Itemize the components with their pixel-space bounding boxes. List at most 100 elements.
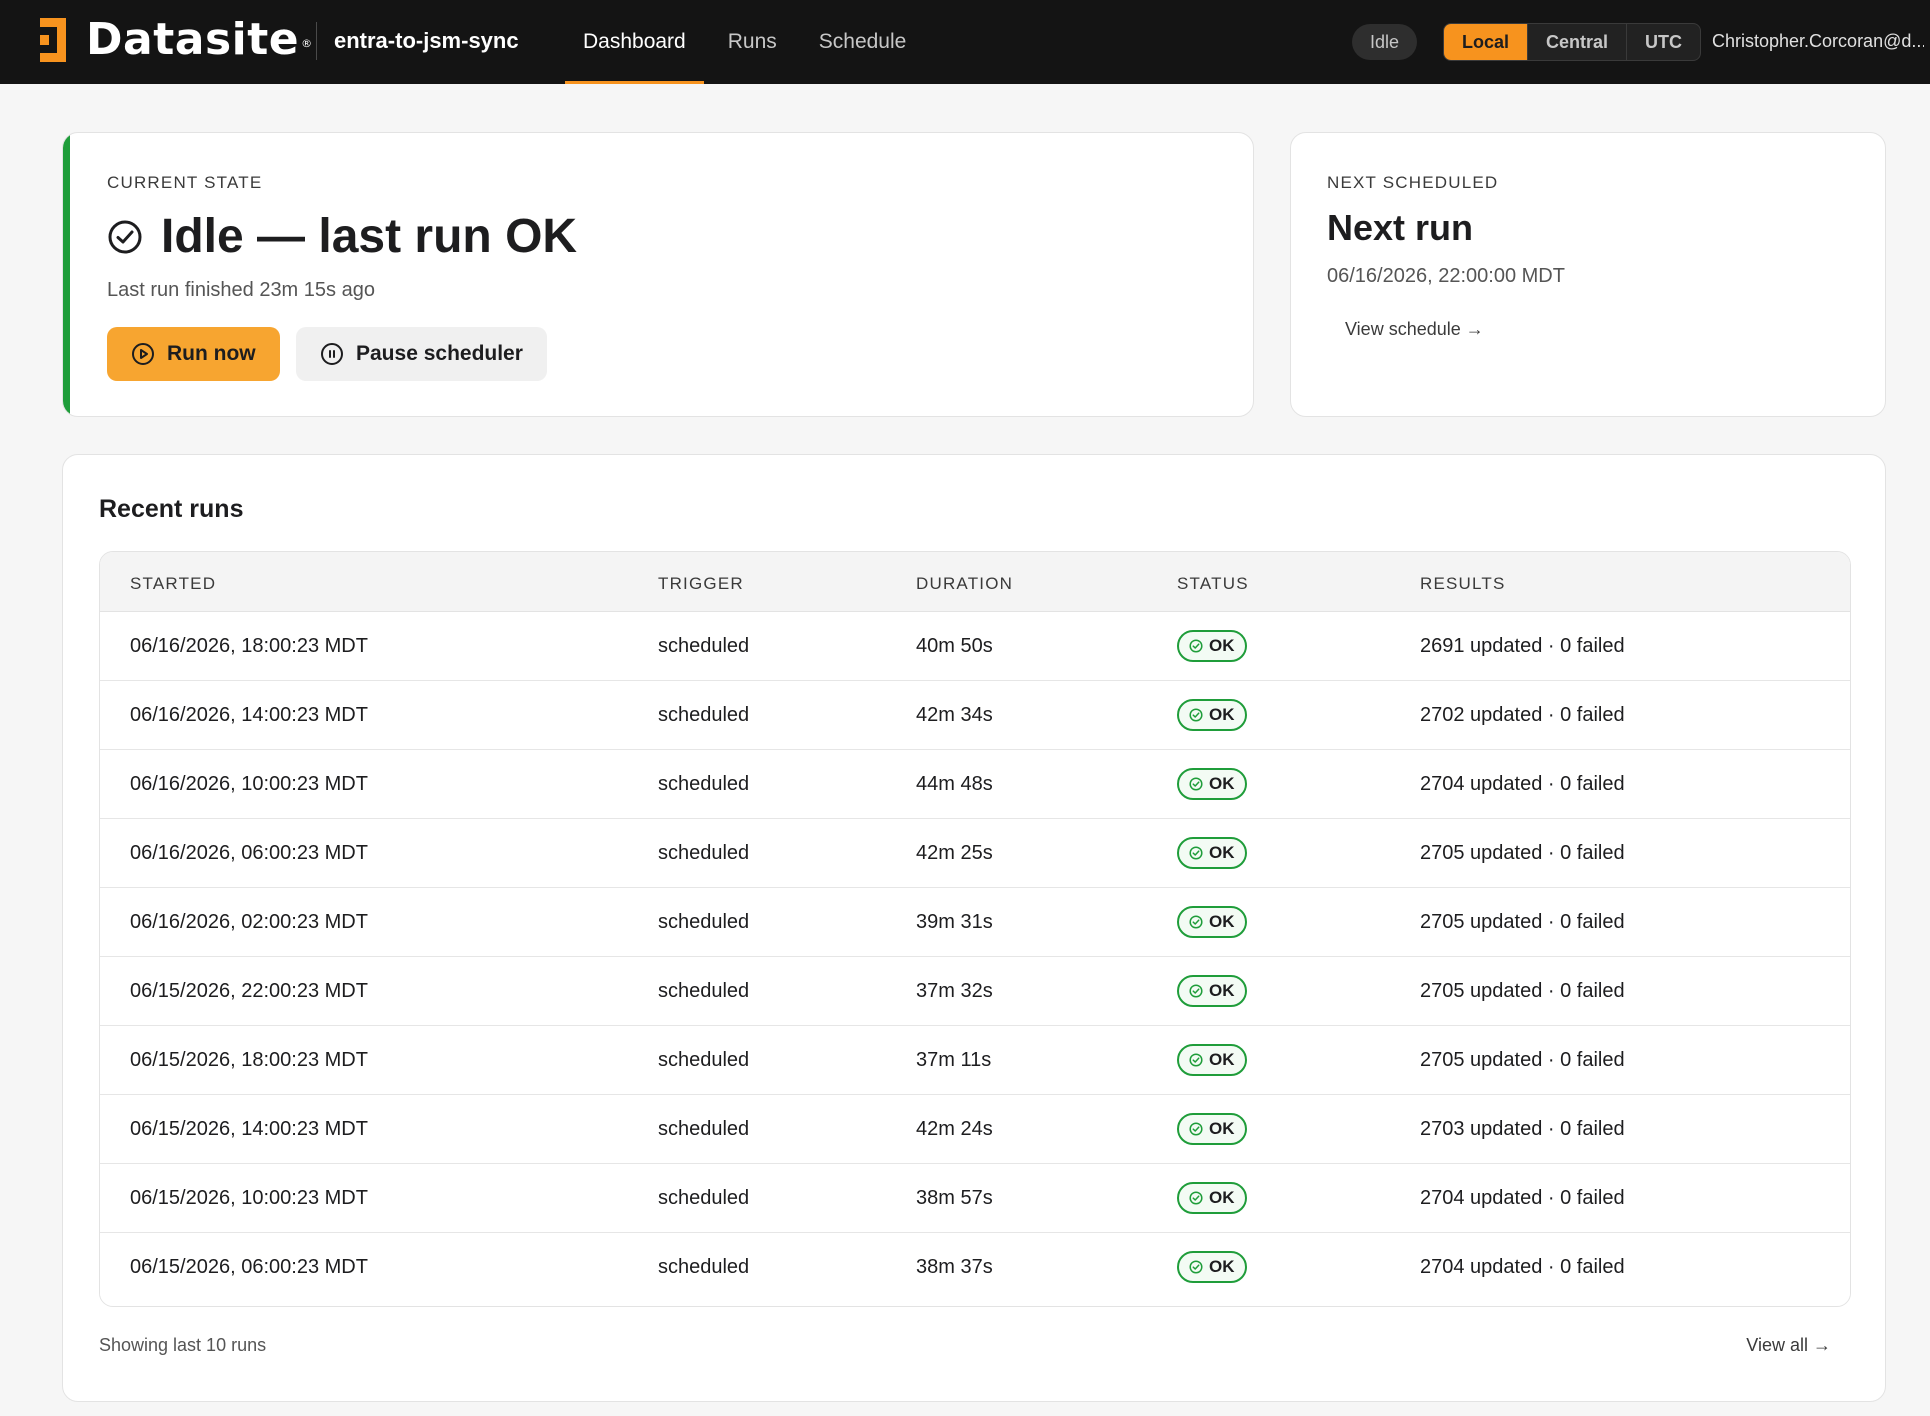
current-state-card: CURRENT STATE Idle — last run OK Last ru… bbox=[62, 132, 1254, 417]
current-state-title: Idle — last run OK bbox=[107, 209, 577, 264]
last-run-finished: Last run finished 23m 15s ago bbox=[107, 279, 375, 301]
next-scheduled-card: NEXT SCHEDULED Next run 06/16/2026, 22:0… bbox=[1290, 132, 1886, 417]
run-started: 06/16/2026, 18:00:23 MDT bbox=[130, 635, 368, 657]
view-all-runs-link[interactable]: View all → bbox=[1746, 1335, 1831, 1356]
status-badge: OK bbox=[1177, 630, 1247, 662]
nav-runs[interactable]: Runs bbox=[710, 0, 795, 84]
check-circle-icon bbox=[1189, 1122, 1203, 1136]
status-badge: OK bbox=[1177, 837, 1247, 869]
run-trigger: scheduled bbox=[658, 980, 750, 1002]
status-badge: OK bbox=[1177, 975, 1247, 1007]
run-started: 06/15/2026, 06:00:23 MDT bbox=[130, 1256, 368, 1278]
run-results: 2691 updated · 0 failed bbox=[1420, 635, 1625, 657]
check-circle-icon bbox=[108, 220, 142, 253]
status-badge: OK bbox=[1177, 906, 1247, 938]
run-now-button[interactable]: Run now bbox=[107, 327, 280, 381]
nav-dashboard[interactable]: Dashboard bbox=[565, 0, 704, 84]
column-trigger: TRIGGER bbox=[658, 574, 744, 593]
run-started: 06/16/2026, 14:00:23 MDT bbox=[130, 704, 368, 726]
state-title-text: Idle — last run OK bbox=[161, 210, 578, 263]
run-trigger: scheduled bbox=[658, 1256, 750, 1278]
pause-scheduler-label: Pause scheduler bbox=[356, 342, 523, 365]
table-row[interactable]: 06/15/2026, 22:00:23 MDT scheduled 37m 32s… bbox=[100, 957, 1850, 1026]
table-row[interactable]: 06/15/2026, 18:00:23 MDT scheduled 37m 11s… bbox=[100, 1026, 1850, 1095]
run-duration: 44m 48s bbox=[916, 773, 993, 795]
table-row[interactable]: 06/15/2026, 14:00:23 MDT scheduled 42m 24s… bbox=[100, 1095, 1850, 1164]
check-circle-icon bbox=[1189, 639, 1203, 653]
run-duration: 42m 25s bbox=[916, 842, 993, 864]
runs-table-header: STARTED TRIGGER DURATION STATUS RESULTS bbox=[100, 552, 1850, 612]
run-trigger: scheduled bbox=[658, 1187, 750, 1209]
run-started: 06/16/2026, 10:00:23 MDT bbox=[130, 773, 368, 795]
run-trigger: scheduled bbox=[658, 1049, 750, 1071]
run-duration: 39m 31s bbox=[916, 911, 993, 933]
run-now-label: Run now bbox=[167, 342, 256, 365]
run-results: 2704 updated · 0 failed bbox=[1420, 1256, 1625, 1278]
status-badge: OK bbox=[1177, 1044, 1247, 1076]
run-duration: 38m 57s bbox=[916, 1187, 993, 1209]
run-started: 06/15/2026, 10:00:23 MDT bbox=[130, 1187, 368, 1209]
run-results: 2702 updated · 0 failed bbox=[1420, 704, 1625, 726]
timezone-utc[interactable]: UTC bbox=[1626, 24, 1700, 60]
status-badge-label: OK bbox=[1209, 843, 1235, 862]
run-results: 2704 updated · 0 failed bbox=[1420, 773, 1625, 795]
play-circle-icon bbox=[132, 343, 154, 365]
recent-runs-title: Recent runs bbox=[99, 495, 244, 523]
status-badge: OK bbox=[1177, 1113, 1247, 1145]
next-scheduled-label: NEXT SCHEDULED bbox=[1327, 173, 1499, 192]
run-trigger: scheduled bbox=[658, 704, 750, 726]
current-state-label: CURRENT STATE bbox=[107, 173, 263, 192]
status-badge-label: OK bbox=[1209, 1119, 1235, 1138]
table-row[interactable]: 06/15/2026, 06:00:23 MDT scheduled 38m 37s… bbox=[100, 1233, 1850, 1302]
run-duration: 38m 37s bbox=[916, 1256, 993, 1278]
check-circle-icon bbox=[1189, 1191, 1203, 1205]
main-nav: Dashboard Runs Schedule bbox=[565, 0, 930, 84]
check-circle-icon bbox=[1189, 1053, 1203, 1067]
top-bar: Datasite ® entra-to-jsm-sync Dashboard Ru… bbox=[0, 0, 1930, 84]
timezone-central[interactable]: Central bbox=[1527, 24, 1626, 60]
runs-count-note: Showing last 10 runs bbox=[99, 1335, 267, 1355]
run-trigger: scheduled bbox=[658, 842, 750, 864]
run-duration: 37m 11s bbox=[916, 1049, 992, 1071]
check-circle-icon bbox=[1189, 915, 1203, 929]
run-duration: 37m 32s bbox=[916, 980, 993, 1002]
state-accent-bar bbox=[63, 133, 70, 416]
run-results: 2705 updated · 0 failed bbox=[1420, 980, 1625, 1002]
status-badge-label: OK bbox=[1209, 981, 1235, 1000]
datasite-logo[interactable]: Datasite ® bbox=[40, 18, 313, 62]
next-run-time: 06/16/2026, 22:00:00 MDT bbox=[1327, 265, 1565, 287]
table-row[interactable]: 06/16/2026, 06:00:23 MDT scheduled 42m 25s… bbox=[100, 819, 1850, 888]
timezone-local[interactable]: Local bbox=[1444, 24, 1528, 60]
view-schedule-link[interactable]: View schedule → bbox=[1345, 319, 1484, 340]
pause-scheduler-button[interactable]: Pause scheduler bbox=[296, 327, 547, 381]
status-badge-label: OK bbox=[1209, 1050, 1235, 1069]
check-circle-icon bbox=[1189, 777, 1203, 791]
run-trigger: scheduled bbox=[658, 911, 750, 933]
table-row[interactable]: 06/16/2026, 18:00:23 MDT scheduled 40m 50s… bbox=[100, 612, 1850, 681]
table-row[interactable]: 06/16/2026, 02:00:23 MDT scheduled 39m 31s… bbox=[100, 888, 1850, 957]
run-started: 06/15/2026, 14:00:23 MDT bbox=[130, 1118, 368, 1140]
user-account[interactable]: Christopher.Corcoran@d... bbox=[1712, 31, 1924, 52]
run-started: 06/15/2026, 22:00:23 MDT bbox=[130, 980, 368, 1002]
run-results: 2704 updated · 0 failed bbox=[1420, 1187, 1625, 1209]
run-results: 2705 updated · 0 failed bbox=[1420, 842, 1625, 864]
run-trigger: scheduled bbox=[658, 1118, 750, 1140]
scheduler-state-pill: Idle bbox=[1352, 24, 1418, 60]
table-row[interactable]: 06/15/2026, 10:00:23 MDT scheduled 38m 57s… bbox=[100, 1164, 1850, 1233]
nav-schedule[interactable]: Schedule bbox=[801, 0, 925, 84]
run-duration: 42m 24s bbox=[916, 1118, 993, 1140]
app-name: entra-to-jsm-sync bbox=[334, 28, 519, 53]
column-duration: DURATION bbox=[916, 574, 1014, 593]
table-row[interactable]: 06/16/2026, 10:00:23 MDT scheduled 44m 48s… bbox=[100, 750, 1850, 819]
table-row[interactable]: 06/16/2026, 14:00:23 MDT scheduled 42m 34s… bbox=[100, 681, 1850, 750]
header-divider bbox=[316, 22, 317, 60]
run-started: 06/16/2026, 02:00:23 MDT bbox=[130, 911, 368, 933]
runs-table-body: 06/16/2026, 18:00:23 MDT scheduled 40m 50s… bbox=[100, 612, 1850, 1302]
timezone-toggle: Local Central UTC bbox=[1443, 23, 1702, 61]
status-badge-label: OK bbox=[1209, 705, 1235, 724]
status-badge: OK bbox=[1177, 699, 1247, 731]
check-circle-icon bbox=[1189, 1260, 1203, 1274]
column-started: STARTED bbox=[130, 574, 217, 593]
check-circle-icon bbox=[1189, 708, 1203, 722]
status-badge-label: OK bbox=[1209, 912, 1235, 931]
